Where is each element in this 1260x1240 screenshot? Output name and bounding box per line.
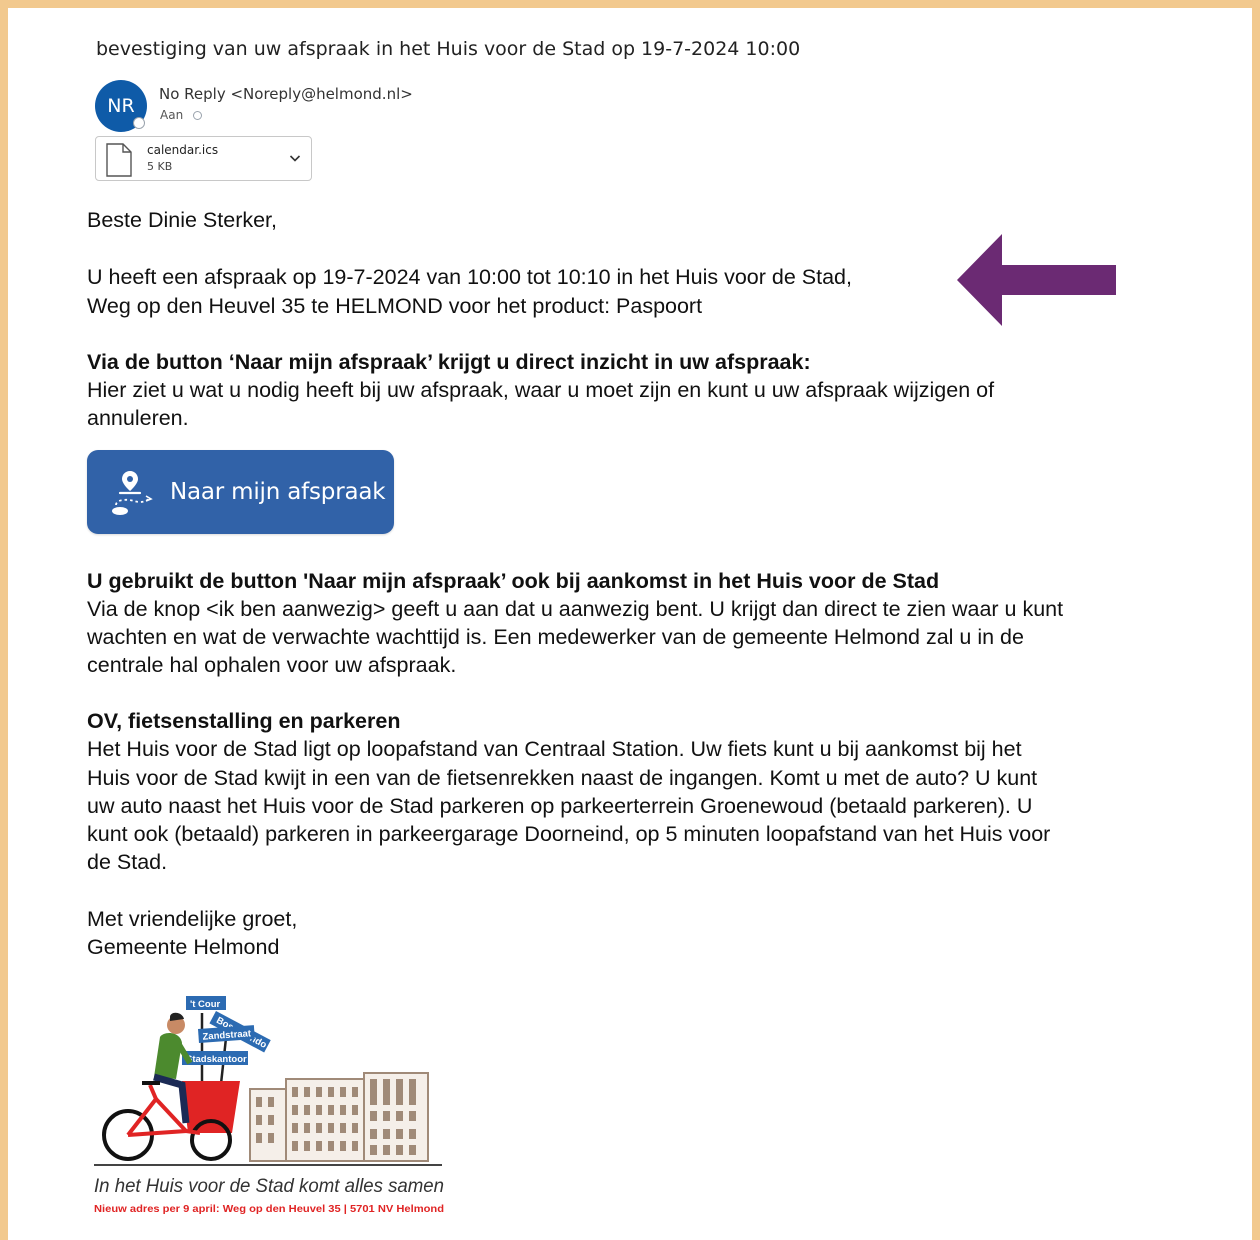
attachment-card[interactable]: calendar.ics 5 KB (95, 136, 312, 181)
section-3-line-1: Het Huis voor de Stad ligt op loopafstan… (87, 737, 1022, 761)
section-2-title: U gebruikt de button 'Naar mijn afspraak… (87, 569, 940, 593)
sign-t-cour: 't Cour (190, 999, 221, 1010)
section-3-line-5: de Stad. (87, 850, 168, 874)
chevron-down-icon[interactable] (289, 152, 301, 164)
greeting: Beste Dinie Sterker, (87, 208, 278, 232)
section-1-title: Via de button ‘Naar mijn afspraak’ krijg… (87, 350, 811, 374)
appointment-line-1: U heeft een afspraak op 19-7-2024 van 10… (87, 265, 852, 289)
attachment-name: calendar.ics (147, 143, 219, 157)
logo-subline: Nieuw adres per 9 april: Weg op den Heuv… (94, 1203, 444, 1215)
avatar-initials: NR (107, 95, 135, 117)
arrow-left-icon (957, 234, 1116, 326)
logo-tagline: In het Huis voor de Stad komt alles same… (94, 1175, 444, 1197)
section-2-line-3: centrale hal ophalen voor uw afspraak. (87, 653, 457, 677)
section-3-line-4: kunt ook (betaald) parkeren in parkeerga… (87, 822, 1051, 846)
closing: Met vriendelijke groet, (87, 907, 298, 931)
presence-status-icon (133, 117, 145, 129)
section-1-text-2: annuleren. (87, 406, 189, 430)
email-subject: bevestiging van uw afspraak in het Huis … (96, 38, 801, 60)
location-route-icon (112, 471, 153, 515)
document-icon (106, 143, 132, 177)
section-3-title: OV, fietsenstalling en parkeren (87, 709, 401, 733)
sign-stadskantoor: Stadskantoor (186, 1054, 247, 1065)
signature: Gemeente Helmond (87, 935, 280, 959)
section-1-text-1: Hier ziet u wat u nodig heeft bij uw afs… (87, 378, 995, 402)
appointment-line-2: Weg op den Heuvel 35 te HELMOND voor het… (87, 294, 703, 318)
section-3-line-2: Huis voor de Stad kwijt in een van de fi… (87, 766, 1038, 790)
section-3-line-3: uw auto naast het Huis voor de Stad park… (87, 794, 1033, 818)
sender-name[interactable]: No Reply <Noreply@helmond.nl> (159, 85, 413, 103)
recipient-status-icon (193, 111, 203, 120)
section-2-line-2: wachten en wat de verwachte wachttijd is… (87, 625, 1024, 649)
cta-label: Naar mijn afspraak (170, 479, 386, 505)
to-label: Aan (160, 108, 184, 122)
section-2-line-1: Via de knop <ik ben aanwezig> geeft u aa… (87, 597, 1064, 621)
recipient-line: Aan (160, 108, 203, 122)
huis-voor-de-stad-logo: 't Cour Boscotondo Zandstraat Stadskanto… (94, 996, 444, 1215)
attachment-size: 5 KB (147, 160, 173, 173)
naar-mijn-afspraak-button[interactable]: Naar mijn afspraak (87, 450, 394, 534)
